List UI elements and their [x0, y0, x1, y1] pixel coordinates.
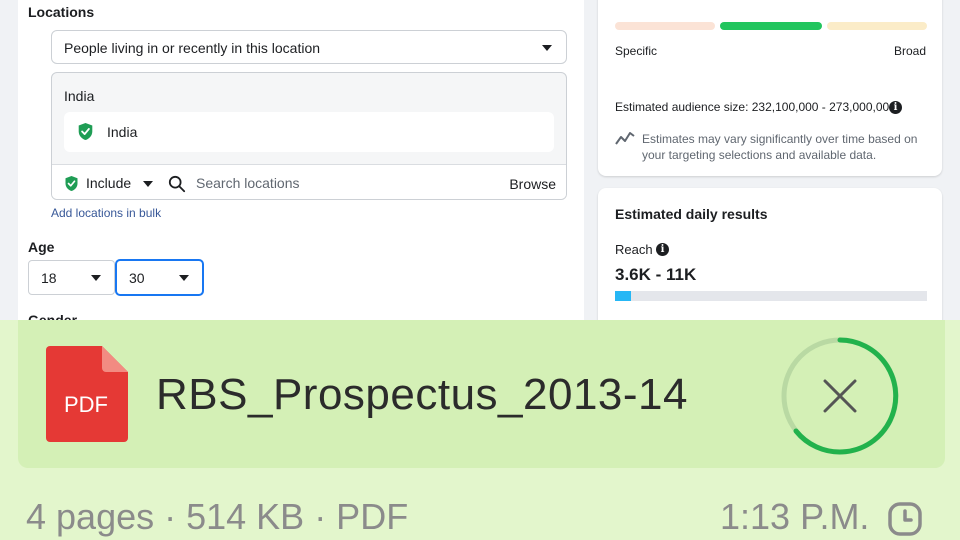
reach-value: 3.6K - 11K — [615, 265, 697, 284]
caret-down-icon[interactable] — [143, 181, 153, 187]
locations-heading: Locations — [28, 4, 95, 20]
caret-down-icon — [91, 275, 101, 281]
audience-meter-left — [615, 22, 715, 30]
daily-results-title: Estimated daily results — [615, 206, 768, 222]
caret-down-icon — [179, 275, 189, 281]
file-attachment-bubble[interactable]: PDF RBS_Prospectus_2013-14 — [18, 320, 945, 468]
info-icon[interactable]: i — [889, 101, 902, 114]
location-item[interactable]: India — [64, 112, 554, 152]
age-min-select[interactable]: 18 — [28, 260, 115, 295]
reach-bar-fill — [615, 291, 631, 301]
close-icon — [823, 379, 857, 413]
shield-check-icon — [65, 176, 78, 191]
specific-label: Specific — [615, 44, 658, 58]
age-max-value: 30 — [129, 270, 145, 286]
audience-targeting-panel: Locations People living in or recently i… — [18, 0, 584, 320]
gender-heading: Gender — [28, 312, 78, 320]
include-dropdown[interactable]: Include — [86, 175, 131, 191]
location-item-label: India — [107, 124, 138, 140]
age-min-value: 18 — [41, 270, 57, 286]
file-name: RBS_Prospectus_2013-14 — [156, 370, 688, 419]
add-locations-bulk-link[interactable]: Add locations in bulk — [51, 206, 161, 220]
location-mode-value: People living in or recently in this loc… — [64, 40, 321, 56]
search-locations-input[interactable]: Search locations — [196, 175, 300, 191]
search-icon — [168, 175, 186, 193]
audience-definition-card: Specific Broad Estimated audience size: … — [598, 0, 942, 176]
shield-check-icon — [78, 123, 93, 140]
cancel-download-button[interactable] — [780, 336, 900, 456]
reach-label: Reach — [615, 242, 653, 257]
file-meta: 4 pages · 514 KB · PDF — [26, 496, 409, 537]
trend-icon — [615, 132, 635, 145]
location-country-label: India — [64, 88, 95, 104]
audience-meter-current — [720, 22, 822, 30]
estimates-column: Specific Broad Estimated audience size: … — [598, 0, 942, 320]
clock-icon — [888, 502, 922, 536]
age-max-select[interactable]: 30 — [116, 260, 203, 295]
daily-results-card: Estimated daily results Reach i 3.6K - 1… — [598, 188, 942, 320]
ads-manager-panel: Locations People living in or recently i… — [0, 0, 960, 320]
reach-bar — [615, 291, 927, 301]
info-icon[interactable]: i — [656, 243, 669, 256]
browse-button[interactable]: Browse — [509, 176, 556, 192]
pdf-file-icon: PDF — [46, 346, 128, 442]
audience-size-text: Estimated audience size: 232,100,000 - 2… — [615, 100, 896, 114]
caret-down-icon — [542, 45, 552, 51]
location-mode-dropdown[interactable]: People living in or recently in this loc… — [51, 30, 567, 64]
broad-label: Broad — [893, 44, 926, 58]
message-time: 1:13 P.M. — [720, 496, 870, 537]
selected-locations-box: India India Include Search locations Bro… — [51, 72, 567, 200]
estimate-note: Estimates may vary significantly over ti… — [642, 132, 918, 162]
pdf-badge-text: PDF — [64, 392, 108, 417]
location-search-bar: Include Search locations Browse — [52, 164, 566, 199]
audience-meter-right — [827, 22, 927, 30]
age-heading: Age — [28, 239, 55, 255]
